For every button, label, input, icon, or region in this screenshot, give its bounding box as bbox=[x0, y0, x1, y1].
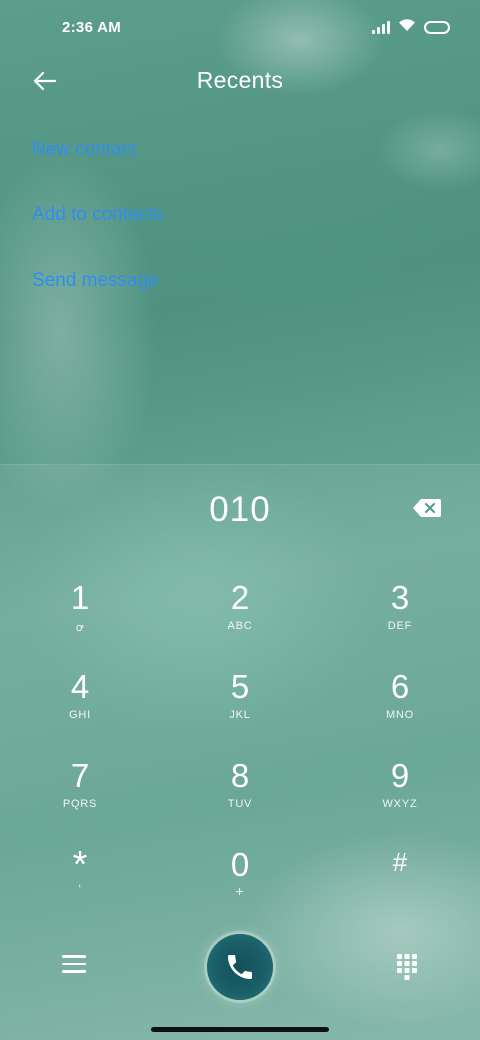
key-letters: , bbox=[78, 877, 82, 889]
menu-button[interactable] bbox=[62, 955, 86, 977]
page-title: Recents bbox=[196, 67, 284, 93]
key-hash[interactable]: # bbox=[345, 845, 455, 925]
key-digit: # bbox=[392, 847, 408, 877]
call-button[interactable] bbox=[207, 934, 273, 1000]
voicemail-icon: ꝍ bbox=[75, 622, 85, 634]
status-bar: 2:36 AM bbox=[0, 0, 480, 56]
battery-icon bbox=[424, 21, 450, 34]
menu-icon bbox=[62, 955, 86, 973]
new-contact-link[interactable]: New contact bbox=[32, 139, 137, 161]
send-message-link[interactable]: Send message bbox=[32, 270, 159, 292]
key-digit: 4 bbox=[70, 668, 90, 705]
key-digit: 5 bbox=[230, 668, 250, 705]
status-icons bbox=[372, 18, 450, 37]
key-digit: 0 bbox=[230, 846, 250, 883]
key-star[interactable]: * , bbox=[25, 845, 135, 925]
key-letters: MNO bbox=[385, 709, 415, 721]
key-digit: 6 bbox=[390, 668, 410, 705]
key-4[interactable]: 4 GHI bbox=[25, 667, 135, 747]
dialpad-toggle-button[interactable] bbox=[397, 954, 417, 980]
key-digit: 9 bbox=[390, 757, 410, 794]
key-digit: 8 bbox=[230, 757, 250, 794]
key-digit: 2 bbox=[230, 579, 250, 616]
key-2[interactable]: 2 ABC bbox=[185, 578, 295, 658]
key-letters: WXYZ bbox=[382, 798, 418, 810]
key-letters: JKL bbox=[229, 709, 251, 721]
key-letters: PQRS bbox=[62, 798, 98, 810]
key-digit: 7 bbox=[70, 757, 90, 794]
key-8[interactable]: 8 TUV bbox=[185, 756, 295, 836]
key-digit: 1 bbox=[70, 579, 90, 616]
backspace-button[interactable] bbox=[412, 498, 442, 518]
key-letters: + bbox=[235, 883, 245, 899]
status-time: 2:36 AM bbox=[62, 19, 122, 36]
key-letters: DEF bbox=[387, 620, 413, 632]
add-to-contacts-link[interactable]: Add to contacts bbox=[32, 204, 163, 226]
key-0[interactable]: 0 + bbox=[185, 845, 295, 925]
backspace-icon bbox=[413, 499, 441, 517]
key-3[interactable]: 3 DEF bbox=[345, 578, 455, 658]
key-letters: GHI bbox=[69, 709, 91, 721]
key-letters: ABC bbox=[227, 620, 253, 632]
key-1[interactable]: 1 ꝍ bbox=[25, 578, 135, 658]
dialed-number: 010 bbox=[209, 490, 271, 529]
key-9[interactable]: 9 WXYZ bbox=[345, 756, 455, 836]
wifi-icon bbox=[398, 18, 416, 37]
key-7[interactable]: 7 PQRS bbox=[25, 756, 135, 836]
phone-icon bbox=[228, 955, 252, 979]
home-indicator[interactable] bbox=[151, 1027, 329, 1032]
key-5[interactable]: 5 JKL bbox=[185, 667, 295, 747]
key-digit: 3 bbox=[390, 579, 410, 616]
signal-icon bbox=[372, 21, 390, 34]
key-6[interactable]: 6 MNO bbox=[345, 667, 455, 747]
dialpad-icon bbox=[397, 954, 417, 980]
key-letters: TUV bbox=[227, 798, 253, 810]
